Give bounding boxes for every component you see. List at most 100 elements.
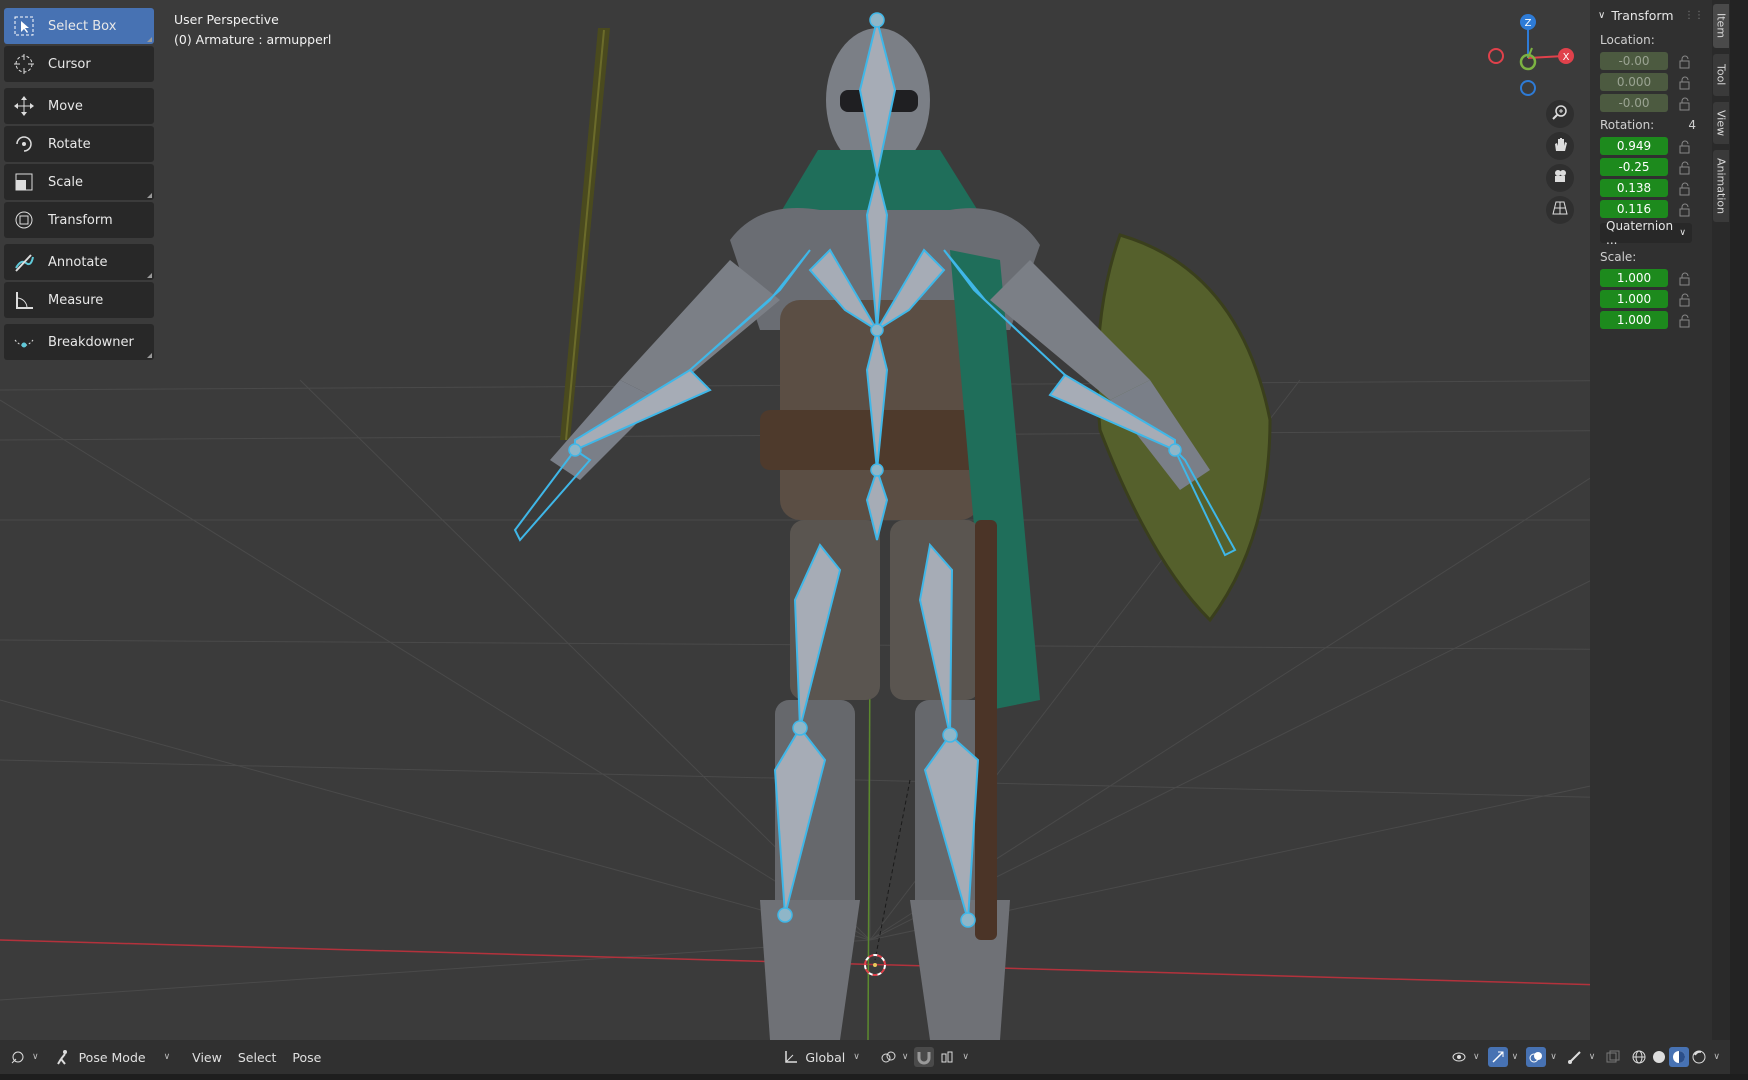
solid-sphere-icon <box>1649 1047 1669 1067</box>
overlays-toggle[interactable]: ∨ <box>1526 1047 1557 1067</box>
rotation-w-field[interactable]: 0.949 <box>1600 136 1668 155</box>
shading-solid-button[interactable] <box>1649 1047 1669 1067</box>
mode-dropdown[interactable]: Pose Mode ∨ <box>53 1047 170 1067</box>
gizmo-toggle[interactable]: ∨ <box>1487 1047 1518 1067</box>
rotation-y-field[interactable]: 0.138 <box>1600 178 1668 197</box>
tool-measure[interactable]: Measure <box>4 282 154 318</box>
tool-shelf: Select Box Cursor Move Rotate Scale Tran… <box>4 8 154 362</box>
tool-label: Transform <box>48 212 113 228</box>
camera-view-button[interactable] <box>1546 164 1574 192</box>
lock-icon[interactable] <box>1678 96 1692 110</box>
magnet-icon <box>914 1047 935 1067</box>
gizmo-icon <box>1487 1047 1508 1067</box>
rotation-mode-dropdown[interactable]: Quaternion ... ∨ <box>1600 219 1692 247</box>
location-z-field[interactable]: -0.00 <box>1600 93 1668 112</box>
rendered-sphere-icon <box>1689 1047 1709 1067</box>
tool-label: Rotate <box>48 136 91 152</box>
tool-breakdowner[interactable]: Breakdowner <box>4 324 154 360</box>
move-icon <box>10 92 38 120</box>
chevron-down-icon: ∨ <box>1679 228 1686 238</box>
transform-icon <box>10 206 38 234</box>
tool-rotate[interactable]: Rotate <box>4 126 154 162</box>
scale-icon <box>10 168 38 196</box>
sidebar-n-panel: ∨ Transform ⋮⋮ Location: -0.00 0.000 -0.… <box>1590 0 1712 1040</box>
scale-y-field[interactable]: 1.000 <box>1600 289 1668 308</box>
panel-title: Transform <box>1611 7 1674 23</box>
rotation-label: Rotation: 4 <box>1590 115 1712 135</box>
scale-z-field[interactable]: 1.000 <box>1600 310 1668 329</box>
lock-icon[interactable] <box>1678 292 1692 306</box>
view-perspective-label: User Perspective <box>174 12 279 27</box>
rotation-lock-count: 4 <box>1688 118 1696 132</box>
viewport-header-bar: ∨ Pose Mode ∨ View Select Pose Global ∨ … <box>0 1040 1730 1074</box>
lock-icon[interactable] <box>1678 181 1692 195</box>
snap-toggle[interactable] <box>914 1047 935 1067</box>
scale-label: Scale: <box>1600 250 1637 264</box>
bone-overlay-dropdown[interactable]: ∨ <box>1565 1047 1595 1067</box>
menu-pose[interactable]: Pose <box>292 1050 321 1065</box>
orientation-label: Global <box>805 1049 846 1065</box>
menu-view[interactable]: View <box>192 1050 222 1065</box>
measure-icon <box>10 286 38 314</box>
tool-label: Scale <box>48 174 83 190</box>
lock-icon[interactable] <box>1678 202 1692 216</box>
chevron-down-icon: ∨ <box>1598 9 1606 21</box>
rotation-z-field[interactable]: 0.116 <box>1600 199 1668 218</box>
lock-icon[interactable] <box>1678 54 1692 68</box>
grid-perspective-icon <box>1552 200 1568 220</box>
tab-animation[interactable]: Animation <box>1713 150 1729 222</box>
lock-icon[interactable] <box>1678 160 1692 174</box>
active-object-label: (0) Armature : armupperl <box>174 32 332 47</box>
properties-editor-edge <box>1730 0 1748 1080</box>
transform-orientation-dropdown[interactable]: Global ∨ <box>781 1047 860 1067</box>
select-box-icon <box>10 12 38 40</box>
sidebar-tabs: Item Tool View Animation <box>1712 0 1730 1040</box>
drag-handle-icon[interactable]: ⋮⋮ <box>1684 10 1704 21</box>
tool-scale[interactable]: Scale <box>4 164 154 200</box>
tool-annotate[interactable]: Annotate <box>4 244 154 280</box>
scale-x-field[interactable]: 1.000 <box>1600 268 1668 287</box>
tab-tool[interactable]: Tool <box>1713 54 1729 96</box>
pivot-point-dropdown[interactable]: ∨ <box>878 1047 908 1067</box>
pan-button[interactable] <box>1546 132 1574 160</box>
svg-text:Z: Z <box>1525 18 1532 29</box>
shading-rendered-button[interactable]: ∨ <box>1689 1047 1720 1067</box>
zoom-icon <box>1552 104 1568 124</box>
shading-wireframe-button[interactable] <box>1629 1047 1649 1067</box>
sword <box>560 28 610 441</box>
zoom-button[interactable] <box>1546 100 1574 128</box>
location-y-field[interactable]: 0.000 <box>1600 72 1668 91</box>
breakdowner-icon <box>10 328 38 356</box>
lock-icon[interactable] <box>1678 139 1692 153</box>
location-x-field[interactable]: -0.00 <box>1600 51 1668 70</box>
navigation-gizmo[interactable]: Z X <box>1480 8 1580 102</box>
material-sphere-icon <box>1669 1047 1690 1067</box>
xray-toggle[interactable] <box>1603 1047 1623 1067</box>
tool-select-box[interactable]: Select Box <box>4 8 154 44</box>
3d-viewport[interactable]: User Perspective (0) Armature : armupper… <box>0 0 1712 1040</box>
lock-icon[interactable] <box>1678 271 1692 285</box>
tab-item[interactable]: Item <box>1713 4 1729 48</box>
shading-material-button[interactable] <box>1669 1047 1690 1067</box>
visibility-dropdown[interactable]: ∨ <box>1449 1047 1480 1067</box>
tool-label: Breakdowner <box>48 334 134 350</box>
tool-move[interactable]: Move <box>4 88 154 124</box>
overlays-icon <box>1526 1047 1547 1067</box>
rotation-x-field[interactable]: -0.25 <box>1600 157 1668 176</box>
lock-icon[interactable] <box>1678 313 1692 327</box>
window-bottom-edge <box>0 1074 1748 1080</box>
rotate-icon <box>10 130 38 158</box>
tool-cursor[interactable]: Cursor <box>4 46 154 82</box>
perspective-toggle-button[interactable] <box>1546 196 1574 224</box>
tab-view[interactable]: View <box>1713 102 1729 144</box>
snap-target-dropdown[interactable]: ∨ <box>938 1047 969 1067</box>
orientation-icon <box>781 1047 801 1067</box>
transform-panel-header[interactable]: ∨ Transform ⋮⋮ <box>1590 0 1712 30</box>
tool-transform[interactable]: Transform <box>4 202 154 238</box>
lock-icon[interactable] <box>1678 75 1692 89</box>
editor-type-dropdown[interactable]: ∨ <box>8 1047 39 1067</box>
hand-icon <box>1552 136 1568 156</box>
location-label: Location: <box>1600 33 1655 47</box>
armature-icon <box>1565 1047 1585 1067</box>
menu-select[interactable]: Select <box>238 1050 277 1065</box>
